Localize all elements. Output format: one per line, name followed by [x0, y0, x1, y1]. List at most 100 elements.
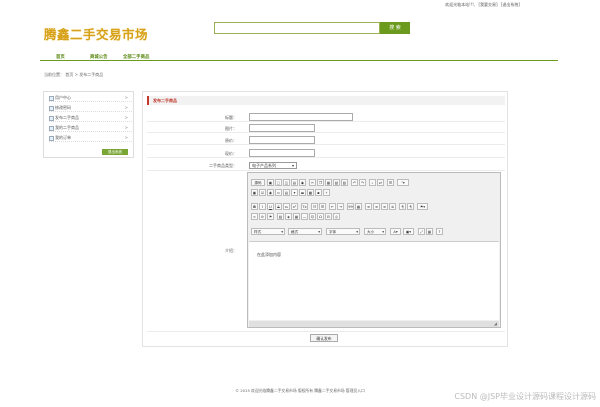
- remove-format-button[interactable]: Tx: [301, 203, 308, 210]
- paste-icon[interactable]: ▦: [325, 179, 332, 186]
- iframe-icon[interactable]: ◎: [333, 213, 340, 220]
- save-icon[interactable]: ▣: [267, 179, 274, 186]
- align-center-icon[interactable]: ≡: [373, 203, 380, 210]
- anchor-icon[interactable]: ⚑: [267, 213, 274, 220]
- resize-grip-icon[interactable]: ◢: [494, 321, 497, 326]
- user-sidebar: 用户中心 > 修改密码 > 发布二手商品 > 我的二手商品 > 我的订单 > 退…: [43, 91, 134, 158]
- bold-button[interactable]: B: [251, 203, 258, 210]
- page-break-icon[interactable]: ⊟: [325, 213, 332, 220]
- underline-button[interactable]: U: [267, 203, 274, 210]
- flash-icon[interactable]: ⚡: [323, 189, 330, 196]
- title-label: 标题：: [225, 115, 237, 120]
- sidebar-logout-button[interactable]: 退出系统: [102, 149, 128, 155]
- spellcheck-icon[interactable]: ᴬ▾: [397, 179, 409, 186]
- chevron-right-icon: >: [124, 105, 128, 110]
- sidebar-item-publish-goods[interactable]: 发布二手商品 >: [49, 113, 132, 122]
- font-dropdown[interactable]: 字体 ▾: [326, 228, 360, 235]
- preview-icon[interactable]: ◫: [283, 179, 290, 186]
- document-icon: [49, 95, 54, 101]
- replace-icon[interactable]: ⇄: [377, 179, 384, 186]
- text-color-icon[interactable]: A▾: [390, 228, 401, 235]
- my-trade-link[interactable]: [我要交易]: [478, 2, 497, 7]
- editor-content-area[interactable]: 在此添加内容: [249, 241, 499, 320]
- nav-item-home[interactable]: 首页: [56, 54, 65, 60]
- language-icon[interactable]: ⚑▾: [417, 203, 428, 210]
- numbered-list-icon[interactable]: ☷: [311, 203, 318, 210]
- chevron-down-icon: ▾: [382, 230, 384, 234]
- category-select[interactable]: 电子产品系列 ▾: [249, 162, 297, 169]
- special-char-icon[interactable]: Ω: [317, 213, 324, 220]
- print-icon[interactable]: ▤: [291, 179, 298, 186]
- align-right-icon[interactable]: ≡: [381, 203, 388, 210]
- redo-icon[interactable]: ↷: [359, 179, 366, 186]
- paste-text-icon[interactable]: ▧: [333, 179, 340, 186]
- flash-embed-icon[interactable]: ◈: [285, 213, 292, 220]
- unlink-icon[interactable]: ⊘: [259, 213, 266, 220]
- sidebar-item-my-orders[interactable]: 我的订单 >: [49, 133, 132, 142]
- search-input[interactable]: [214, 22, 380, 34]
- show-blocks-icon[interactable]: ▦: [426, 228, 433, 235]
- nav-item-all-goods[interactable]: 全部二手商品: [123, 54, 149, 60]
- current-price-label: 现价：: [225, 151, 237, 156]
- document-icon: [49, 105, 54, 111]
- breadcrumb-home[interactable]: 首页: [65, 72, 73, 77]
- new-page-icon[interactable]: ▢: [275, 179, 282, 186]
- align-left-icon[interactable]: ≡: [365, 203, 372, 210]
- style-dropdown[interactable]: 样式 ▾: [251, 228, 285, 235]
- size-dropdown[interactable]: 大小 ▾: [364, 228, 386, 235]
- blockquote-button[interactable]: 99: [347, 203, 354, 210]
- nav-item-announcements[interactable]: 商城公告: [90, 54, 108, 60]
- help-button[interactable]: ?: [436, 228, 443, 235]
- form-row-image: 图片：: [147, 123, 505, 133]
- find-icon[interactable]: ⌕: [369, 179, 376, 186]
- site-logo[interactable]: 腾鑫二手交易市场: [44, 24, 148, 43]
- original-price-input[interactable]: [249, 136, 315, 144]
- align-justify-icon[interactable]: ≣: [389, 203, 396, 210]
- rtl-icon[interactable]: ¶: [407, 203, 414, 210]
- style-dropdown-label: 样式: [254, 230, 262, 234]
- table-icon[interactable]: ▦: [293, 213, 300, 220]
- undo-icon[interactable]: ↶: [351, 179, 358, 186]
- horizontal-rule-icon[interactable]: ―: [301, 213, 308, 220]
- outdent-icon[interactable]: ⇤: [329, 203, 336, 210]
- sidebar-item-label: 我的订单: [55, 135, 71, 140]
- copy-icon[interactable]: ❐: [317, 179, 324, 186]
- image-icon[interactable]: ▨: [277, 213, 284, 220]
- indent-icon[interactable]: ⇥: [337, 203, 344, 210]
- hidden-field-icon[interactable]: ▪: [315, 189, 322, 196]
- select-icon[interactable]: ▾: [291, 189, 298, 196]
- superscript-button[interactable]: x²: [291, 203, 298, 210]
- paste-word-icon[interactable]: ▨: [341, 179, 348, 186]
- link-icon[interactable]: ∞: [251, 213, 258, 220]
- current-price-input[interactable]: [249, 149, 315, 157]
- source-button[interactable]: 源码: [251, 179, 265, 186]
- logout-link[interactable]: [退出系统]: [501, 2, 520, 7]
- bg-color-icon[interactable]: ▣▾: [403, 228, 414, 235]
- select-all-icon[interactable]: ☰: [387, 179, 394, 186]
- italic-button[interactable]: I: [259, 203, 266, 210]
- ltr-icon[interactable]: ¶: [399, 203, 406, 210]
- strike-button[interactable]: S: [275, 203, 282, 210]
- div-icon[interactable]: ▦: [355, 203, 362, 210]
- sidebar-item-change-password[interactable]: 修改密码 >: [49, 103, 132, 112]
- sidebar-item-my-goods[interactable]: 我的二手商品 >: [49, 123, 132, 132]
- search-button[interactable]: 搜 索: [380, 22, 410, 34]
- checkbox-icon[interactable]: ☑: [259, 189, 266, 196]
- subscript-button[interactable]: x₂: [283, 203, 290, 210]
- sidebar-item-user-center[interactable]: 用户中心 >: [49, 93, 132, 102]
- cut-icon[interactable]: ✂: [309, 179, 316, 186]
- bulleted-list-icon[interactable]: ☰: [319, 203, 326, 210]
- form-icon[interactable]: ▣: [251, 189, 258, 196]
- template-icon[interactable]: ◉: [299, 179, 306, 186]
- format-dropdown[interactable]: 格式 ▾: [288, 228, 322, 235]
- title-input[interactable]: [249, 113, 353, 121]
- image-button-icon[interactable]: ▩: [307, 189, 314, 196]
- submit-button[interactable]: 确认发布: [310, 334, 338, 342]
- smiley-icon[interactable]: ☺: [309, 213, 316, 220]
- image-input[interactable]: [249, 124, 315, 132]
- button-icon[interactable]: ▬: [299, 189, 306, 196]
- radio-icon[interactable]: ◉: [267, 189, 274, 196]
- textarea-icon[interactable]: ▤: [283, 189, 290, 196]
- textfield-icon[interactable]: ▭: [275, 189, 282, 196]
- maximize-icon[interactable]: ⤢: [418, 228, 425, 235]
